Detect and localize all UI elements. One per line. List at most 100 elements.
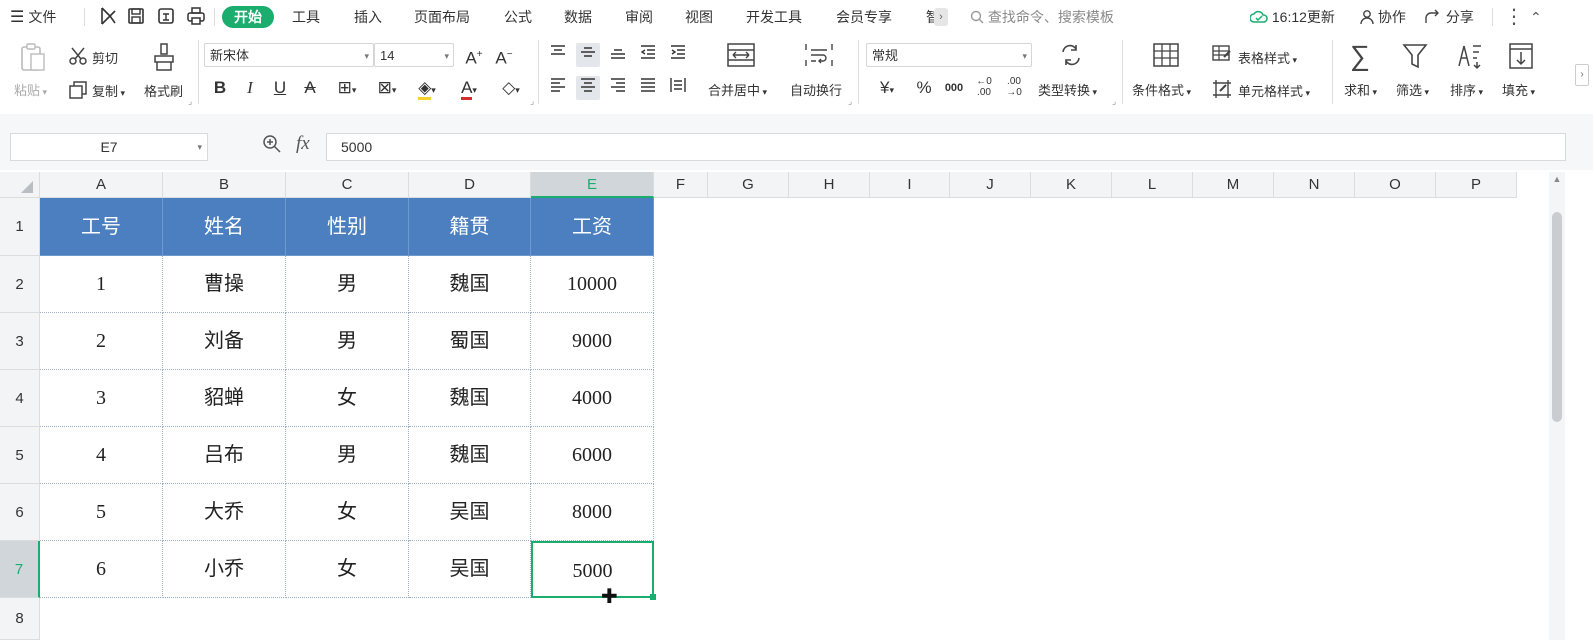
table-style-button[interactable]: 表格样式 ▾ [1238,48,1297,67]
table-cell-salary[interactable]: 10000 [531,256,654,313]
table-cell-name[interactable]: 吕布 [163,427,286,484]
table-cell-employee-id[interactable]: 4 [40,427,163,484]
borders-icon[interactable]: ⊞▾ [330,76,364,100]
strikethrough-icon[interactable]: A [298,76,322,100]
sort-button[interactable]: 排序 ▾ [1450,80,1483,99]
font-size-select[interactable]: 14 ▾ [374,43,454,67]
increase-font-size-icon[interactable]: A+ [462,43,486,68]
table-cell-hometown[interactable]: 魏国 [409,256,531,313]
font-color-icon[interactable]: A▾ [452,76,486,100]
decrease-font-size-icon[interactable]: A− [492,43,516,68]
cell-style-button[interactable]: 单元格样式 ▾ [1238,81,1310,100]
font-launcher-icon[interactable]: ⌟ [530,96,534,107]
increase-indent-icon[interactable] [666,43,690,67]
table-cell-hometown[interactable]: 吴国 [409,484,531,541]
table-cell-hometown[interactable]: 魏国 [409,427,531,484]
vertical-scrollbar[interactable]: ▲ [1549,172,1565,640]
copy-icon[interactable] [68,80,88,105]
table-cell-hometown[interactable]: 魏国 [409,370,531,427]
tab-review[interactable]: 审阅 [625,0,653,34]
tab-tools[interactable]: 工具 [292,0,320,34]
ribbon-scroll[interactable]: › [1571,34,1593,114]
column-header-b[interactable]: B [163,172,286,198]
column-header-f[interactable]: F [654,172,708,198]
table-cell-name[interactable]: 刘备 [163,313,286,370]
table-cell-name[interactable]: 小乔 [163,541,286,598]
table-cell-name[interactable]: 大乔 [163,484,286,541]
paste-icon[interactable] [20,42,46,77]
print-icon[interactable] [186,6,206,26]
table-cell-gender[interactable]: 女 [286,541,409,598]
column-header-k[interactable]: K [1031,172,1112,198]
fill-color-icon[interactable]: ◈▾ [410,76,444,100]
copy-button[interactable]: 复制 ▾ [92,81,125,100]
tab-view[interactable]: 视图 [685,0,713,34]
table-cell-gender[interactable]: 男 [286,427,409,484]
column-header-m[interactable]: M [1193,172,1274,198]
align-right-icon[interactable] [606,76,630,100]
command-search[interactable]: 查找命令、搜索模板 [970,0,1114,34]
cell-style-icon[interactable] [1212,79,1232,104]
output-image-icon[interactable] [156,6,176,26]
align-bottom-icon[interactable] [606,43,630,67]
convert-type-button[interactable]: 类型转换 ▾ [1038,80,1097,99]
fill-button[interactable]: 填充 ▾ [1502,80,1535,99]
tabs-scroll-right-button[interactable]: › [934,8,948,26]
format-painter-button[interactable]: 格式刷 [144,81,183,100]
table-cell-employee-id[interactable]: 2 [40,313,163,370]
italic-icon[interactable]: I [238,76,262,100]
column-header-d[interactable]: D [409,172,531,198]
formula-input[interactable]: 5000 [326,133,1566,161]
collaborate-button[interactable]: 协作 [1360,0,1406,34]
row-header-4[interactable]: 4 [0,370,40,427]
file-menu[interactable]: ☰ 文件 [10,0,56,34]
clear-format-icon[interactable]: ◇▾ [494,76,528,100]
table-cell-gender[interactable]: 男 [286,256,409,313]
wrap-text-button[interactable]: 自动换行 [790,80,842,99]
column-header-i[interactable]: I [870,172,950,198]
convert-type-icon[interactable] [1058,42,1084,73]
name-box[interactable]: E7 ▾ [10,133,208,161]
filter-button[interactable]: 筛选 ▾ [1396,80,1429,99]
table-header-employee-id[interactable]: 工号 [40,198,163,256]
merge-center-icon[interactable] [726,42,756,73]
table-header-gender[interactable]: 性别 [286,198,409,256]
table-style-icon[interactable] [1212,45,1232,68]
tab-page-layout[interactable]: 页面布局 [414,0,470,34]
insert-function-button[interactable]: fx [296,133,310,155]
cut-button[interactable]: 剪切 [92,48,118,67]
column-header-g[interactable]: G [708,172,789,198]
table-cell-employee-id[interactable]: 3 [40,370,163,427]
row-header-7[interactable]: 7 [0,541,40,598]
column-header-l[interactable]: L [1112,172,1193,198]
tab-developer[interactable]: 开发工具 [746,0,802,34]
conditional-format-button[interactable]: 条件格式 ▾ [1132,80,1191,99]
table-cell-hometown[interactable]: 蜀国 [409,313,531,370]
alignment-launcher-icon[interactable]: ⌟ [848,96,852,107]
align-top-icon[interactable] [546,43,570,67]
table-cell-employee-id[interactable]: 1 [40,256,163,313]
decrease-indent-icon[interactable] [636,43,660,67]
merge-center-button[interactable]: 合并居中 ▾ [708,80,767,99]
collapse-ribbon-icon[interactable]: ⌃ [1530,0,1542,34]
row-header-5[interactable]: 5 [0,427,40,484]
column-header-e[interactable]: E [531,172,654,198]
table-cell-gender[interactable]: 女 [286,484,409,541]
table-header-name[interactable]: 姓名 [163,198,286,256]
table-cell-employee-id[interactable]: 6 [40,541,163,598]
filter-icon[interactable] [1402,42,1428,75]
more-menu-icon[interactable]: ⋮ [1504,0,1524,34]
bold-icon[interactable]: B [208,76,232,100]
share-button[interactable]: 分享 [1424,0,1474,34]
scissors-icon[interactable] [68,46,88,71]
font-family-select[interactable]: 新宋体 ▾ [204,43,374,67]
row-header-3[interactable]: 3 [0,313,40,370]
wrap-text-icon[interactable] [804,42,834,73]
column-header-a[interactable]: A [40,172,163,198]
table-cell-employee-id[interactable]: 5 [40,484,163,541]
column-header-p[interactable]: P [1436,172,1517,198]
conditional-format-icon[interactable] [1152,42,1180,73]
ribbon-scroll-right-icon[interactable]: › [1575,64,1589,86]
number-format-select[interactable]: 常规 ▾ [866,43,1032,67]
table-header-salary[interactable]: 工资 [531,198,654,256]
